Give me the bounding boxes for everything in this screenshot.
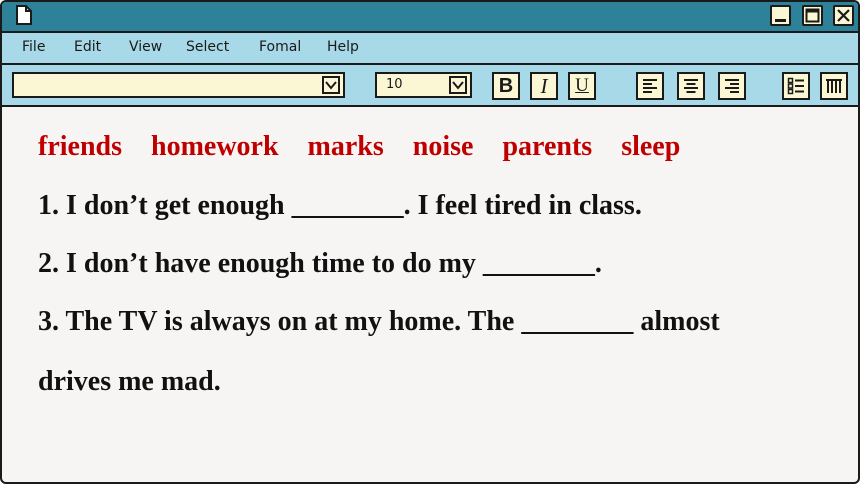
word-bank-item: marks — [307, 131, 384, 162]
font-size-select[interactable]: 10 — [375, 72, 472, 98]
document-area[interactable]: friends homework marks noise parents sle… — [2, 107, 858, 482]
columns-icon — [826, 79, 842, 93]
word-bank-item: noise — [412, 131, 474, 162]
font-dropdown-button[interactable] — [322, 76, 340, 94]
menu-help[interactable]: Help — [327, 39, 359, 55]
align-left-button[interactable] — [636, 72, 664, 100]
font-size-value: 10 — [386, 77, 403, 92]
exercise-line-3: 3. The TV is always on at my home. The _… — [38, 306, 720, 337]
align-center-icon — [684, 79, 698, 93]
menu-format[interactable]: Fomal — [259, 39, 301, 55]
chevron-down-icon — [325, 81, 337, 90]
bullet-list-button[interactable] — [782, 72, 810, 100]
align-right-icon — [725, 79, 739, 93]
italic-button[interactable]: I — [530, 72, 558, 100]
document-icon — [16, 5, 32, 25]
menu-file[interactable]: File — [22, 39, 45, 55]
word-bank-item: homework — [151, 131, 279, 162]
exercise-line-3-continued: drives me mad. — [38, 366, 221, 397]
minimize-button[interactable] — [770, 5, 791, 26]
italic-icon: I — [540, 74, 548, 98]
bold-button[interactable]: B — [492, 72, 520, 100]
formatting-toolbar: 10 B I U — [2, 65, 858, 107]
title-bar — [2, 2, 858, 33]
editor-window: File Edit View Select Fomal Help 10 B I … — [0, 0, 860, 484]
menu-view[interactable]: View — [129, 39, 162, 55]
align-right-button[interactable] — [718, 72, 746, 100]
close-button[interactable] — [833, 5, 854, 26]
menu-edit[interactable]: Edit — [74, 39, 101, 55]
word-bank-item: friends — [38, 131, 122, 162]
word-bank: friends homework marks noise parents sle… — [38, 131, 702, 163]
underline-icon: U — [575, 75, 589, 96]
word-bank-item: sleep — [621, 131, 681, 162]
menu-bar: File Edit View Select Fomal Help — [2, 33, 858, 65]
underline-button[interactable]: U — [568, 72, 596, 100]
exercise-line-2: 2. I don’t have enough time to do my ___… — [38, 248, 602, 279]
chevron-down-icon — [452, 81, 464, 90]
maximize-icon — [805, 8, 820, 23]
maximize-button[interactable] — [802, 5, 823, 26]
align-center-button[interactable] — [677, 72, 705, 100]
align-left-icon — [643, 79, 657, 93]
exercise-line-1: 1. I don’t get enough ________. I feel t… — [38, 190, 642, 221]
columns-button[interactable] — [820, 72, 848, 100]
bold-icon: B — [498, 75, 514, 97]
size-dropdown-button[interactable] — [449, 76, 467, 94]
bullet-list-icon — [787, 77, 804, 95]
menu-select[interactable]: Select — [186, 39, 229, 55]
word-bank-item: parents — [502, 131, 593, 162]
minimize-icon — [775, 19, 786, 22]
close-icon — [837, 9, 850, 22]
font-family-select[interactable] — [12, 72, 345, 98]
